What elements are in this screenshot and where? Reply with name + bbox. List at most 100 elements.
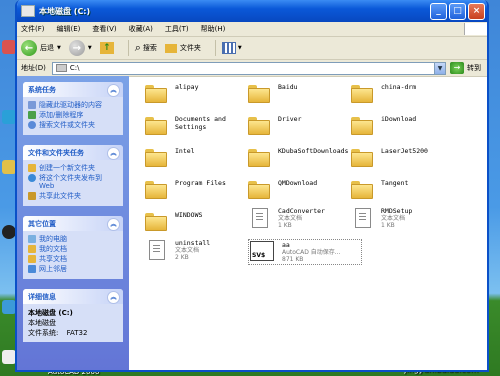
task-publish-web[interactable]: 将这个文件夹发布到 Web [28, 174, 118, 190]
folder-icon [351, 181, 373, 199]
menu-view[interactable]: 查看(V) [92, 24, 116, 34]
folder-icon [351, 85, 373, 103]
folder-item[interactable]: Intel [145, 147, 245, 167]
menu-edit[interactable]: 编辑(E) [57, 24, 81, 34]
place-my-documents[interactable]: 我的文档 [28, 245, 118, 253]
menu-tools[interactable]: 工具(T) [165, 24, 189, 34]
file-tasks-panel: 文件和文件夹任务 ︽ 创建一个新文件夹 将这个文件夹发布到 Web 共享此文件夹 [23, 145, 123, 206]
task-new-folder[interactable]: 创建一个新文件夹 [28, 164, 118, 172]
panel-header[interactable]: 其它位置 ︽ [23, 216, 123, 231]
menu-file[interactable]: 文件(F) [21, 24, 45, 34]
folder-icon [145, 149, 167, 167]
window-title: 本地磁盘 (C:) [39, 6, 91, 16]
folder-icon [145, 85, 167, 103]
folder-item[interactable]: Driver [248, 115, 348, 135]
desktop-icon[interactable] [2, 160, 16, 174]
menu-favorites[interactable]: 收藏(A) [129, 24, 153, 34]
collapse-icon[interactable]: ︽ [107, 84, 120, 97]
folder-item[interactable]: Baidu [248, 83, 348, 103]
minimize-button[interactable]: _ [430, 2, 447, 20]
close-button[interactable]: × [468, 2, 485, 20]
collapse-icon[interactable]: ︽ [107, 147, 120, 160]
search-button[interactable]: ⌕ 搜索 [135, 41, 157, 55]
back-button[interactable]: ← 后退 ▼ [21, 40, 61, 56]
maximize-button[interactable]: □ [449, 2, 466, 20]
chevron-down-icon[interactable]: ▼ [88, 45, 92, 51]
views-button[interactable]: ▼ [221, 42, 242, 54]
place-network[interactable]: 网上邻居 [28, 265, 118, 273]
folder-icon [351, 117, 373, 135]
folder-item[interactable]: Documents and Settings [145, 115, 245, 135]
drive-icon [21, 5, 35, 17]
detail-file-system: 文件系统: FAT32 [28, 329, 88, 337]
new-folder-icon [28, 164, 36, 172]
detail-drive-type: 本地磁盘 [28, 319, 56, 327]
folder-icon [248, 149, 270, 167]
drive-icon [55, 64, 67, 72]
file-item[interactable]: RMDSetup 文本文档 1 KB [351, 207, 451, 229]
go-arrow-icon[interactable]: → [450, 62, 464, 74]
task-share-folder[interactable]: 共享此文件夹 [28, 192, 118, 200]
folders-button[interactable]: 文件夹 [164, 43, 201, 53]
qq-icon[interactable] [2, 225, 16, 239]
up-folder-button[interactable]: ↑ [99, 42, 114, 54]
folder-item[interactable]: LaserJet5200 [351, 147, 451, 167]
desktop-icon[interactable] [2, 350, 16, 364]
folder-item[interactable]: WINDOWS [145, 211, 245, 231]
folder-item[interactable]: iDownload [351, 115, 451, 135]
title-bar[interactable]: 本地磁盘 (C:) _ □ × [17, 0, 487, 22]
text-document-icon [149, 240, 165, 260]
text-document-icon [252, 208, 268, 228]
search-icon [28, 121, 36, 129]
file-item[interactable]: SV$ aa AutoCAD 自动保存... 871 KB [248, 239, 362, 265]
folder-item[interactable]: Program Files [145, 179, 245, 199]
forward-button[interactable]: → ▼ [68, 40, 92, 56]
task-add-remove-programs[interactable]: 添加/删除程序 [28, 111, 118, 119]
other-places-panel: 其它位置 ︽ 我的电脑 我的文档 共享文档 网上邻居 [23, 216, 123, 279]
menu-help[interactable]: 帮助(H) [201, 24, 226, 34]
web-icon [28, 174, 36, 182]
explorer-window: 本地磁盘 (C:) _ □ × 文件(F) 编辑(E) 查看(V) 收藏(A) … [15, 0, 489, 372]
chevron-down-icon[interactable]: ▼ [434, 62, 445, 74]
documents-icon [28, 245, 36, 253]
panel-title: 系统任务 [28, 85, 56, 94]
file-view: alipay Baidu china-drm Documents and Set… [137, 80, 487, 370]
task-hide-contents[interactable]: 隐藏此驱动器的内容 [28, 101, 118, 109]
desktop-icon[interactable] [2, 40, 16, 54]
folder-item[interactable]: china-drm [351, 83, 451, 103]
collapse-icon[interactable]: ︽ [107, 291, 120, 304]
address-input[interactable]: C:\ ▼ [51, 61, 446, 75]
place-shared-documents[interactable]: 共享文档 [28, 255, 118, 263]
go-button[interactable]: 转到 [467, 63, 481, 73]
address-value: C:\ [69, 64, 80, 72]
chevron-down-icon[interactable]: ▼ [238, 45, 242, 51]
place-my-computer[interactable]: 我的电脑 [28, 235, 118, 243]
folder-item[interactable]: Tangent [351, 179, 451, 199]
panel-header[interactable]: 详细信息 ︽ [23, 289, 123, 304]
folder-icon [145, 213, 167, 231]
forward-arrow-icon: → [68, 40, 85, 56]
folder-icon [351, 149, 373, 167]
panel-title: 其它位置 [28, 219, 56, 228]
task-search-files[interactable]: 搜索文件或文件夹 [28, 121, 118, 129]
folder-icon [248, 181, 270, 199]
computer-icon [28, 235, 36, 243]
panel-header[interactable]: 系统任务 ︽ [23, 82, 123, 97]
folder-item[interactable]: alipay [145, 83, 245, 103]
chevron-down-icon[interactable]: ▼ [57, 45, 61, 51]
hide-icon [28, 101, 36, 109]
collapse-icon[interactable]: ︽ [107, 218, 120, 231]
panel-header[interactable]: 文件和文件夹任务 ︽ [23, 145, 123, 160]
folder-icon [248, 117, 270, 135]
task-pane: 系统任务 ︽ 隐藏此驱动器的内容 添加/删除程序 搜索文件或文件夹 文件和文件夹… [17, 76, 129, 370]
file-item[interactable]: uninstall 文本文档 2 KB [145, 239, 245, 261]
folder-item[interactable]: QMDownload [248, 179, 348, 199]
desktop-icon[interactable] [2, 300, 16, 314]
toolbar-divider [214, 40, 216, 56]
menu-bar: 文件(F) 编辑(E) 查看(V) 收藏(A) 工具(T) 帮助(H) [17, 22, 487, 37]
back-arrow-icon: ← [21, 40, 37, 56]
autocad-backup-icon: SV$ [250, 241, 274, 261]
file-item[interactable]: CadConverter 文本文档 1 KB [248, 207, 348, 229]
desktop-icon[interactable] [2, 110, 16, 124]
folder-item[interactable]: KDubaSoftDownloads [248, 147, 348, 167]
